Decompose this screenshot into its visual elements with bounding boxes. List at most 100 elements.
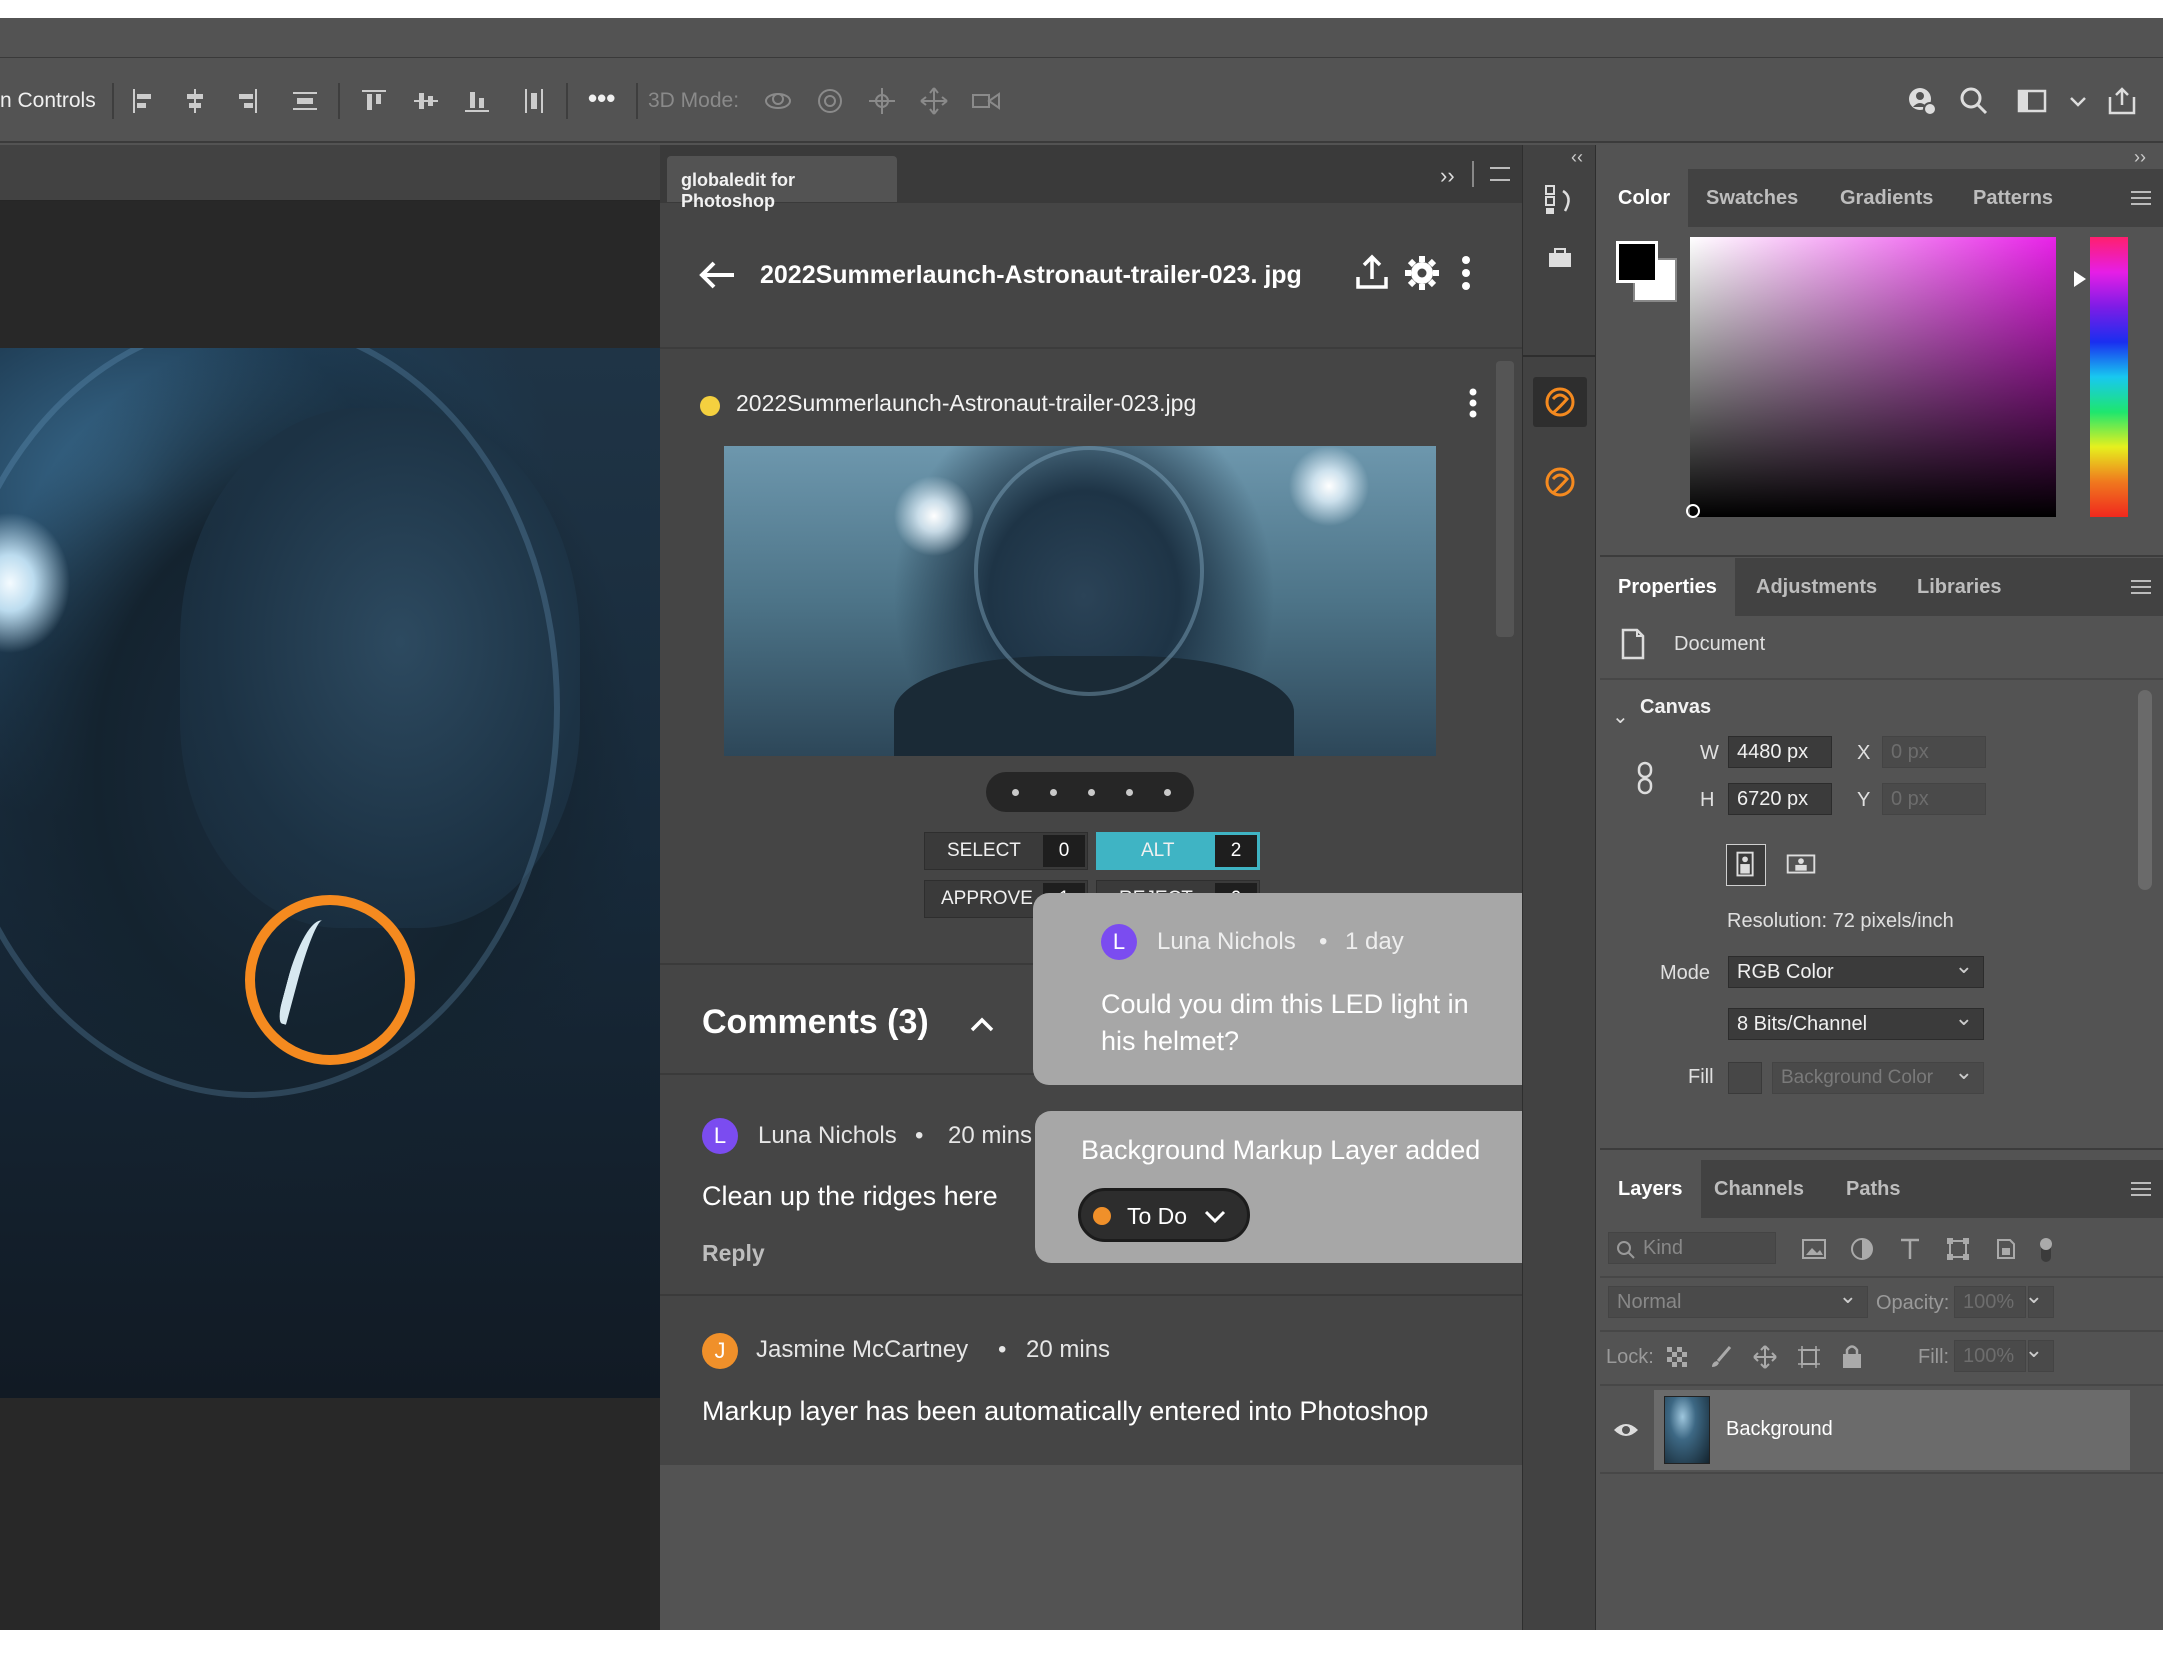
adjustment-filter-icon[interactable] xyxy=(1848,1236,1876,1262)
type-filter-icon[interactable] xyxy=(1896,1236,1924,1262)
smart-object-filter-icon[interactable] xyxy=(1992,1236,2020,1262)
roll-3d-icon[interactable] xyxy=(814,85,846,117)
panel-menu-icon[interactable] xyxy=(2131,580,2151,594)
reply-link[interactable]: Reply xyxy=(702,1240,765,1267)
carousel-dot[interactable] xyxy=(1050,789,1057,796)
help-user-icon[interactable] xyxy=(1906,85,1938,117)
carousel-dot[interactable] xyxy=(1088,789,1095,796)
alt-tag-button[interactable]: ALT 2 xyxy=(1096,832,1260,870)
align-top-icon[interactable] xyxy=(358,85,390,117)
transform-controls-label[interactable]: n Controls xyxy=(0,89,96,113)
file-more-icon[interactable] xyxy=(1466,388,1480,418)
lock-artboard-icon[interactable] xyxy=(1796,1344,1822,1370)
lock-move-icon[interactable] xyxy=(1752,1344,1778,1370)
height-field[interactable]: 6720 px xyxy=(1728,783,1832,815)
carousel-dot[interactable] xyxy=(1164,789,1171,796)
chevron-down-icon[interactable] xyxy=(2062,85,2086,117)
carousel-pagination[interactable] xyxy=(986,772,1194,812)
slide-3d-icon[interactable] xyxy=(918,85,950,117)
collapse-right-icon[interactable]: ›› xyxy=(2134,147,2146,168)
chevron-down-icon[interactable]: ⌄ xyxy=(1612,704,1629,729)
tab-properties[interactable]: Properties xyxy=(1600,558,1735,616)
x-field[interactable]: 0 px xyxy=(1882,736,1986,768)
portrait-orientation-icon[interactable] xyxy=(1726,844,1766,886)
panel-menu-icon[interactable] xyxy=(1490,167,1510,181)
color-picker-cursor[interactable] xyxy=(1686,504,1700,518)
globaledit-panel-button[interactable] xyxy=(1533,377,1587,427)
search-icon[interactable] xyxy=(1958,85,1990,117)
tab-gradients[interactable]: Gradients xyxy=(1822,169,1951,227)
align-right-icon[interactable] xyxy=(230,85,262,117)
file-preview-thumbnail[interactable] xyxy=(724,446,1436,756)
panel-menu-icon[interactable] xyxy=(2131,1182,2151,1196)
color-field-picker[interactable] xyxy=(1690,237,2056,517)
tab-color[interactable]: Color xyxy=(1600,169,1689,227)
more-options-button[interactable]: ••• xyxy=(588,83,615,114)
link-chain-icon[interactable] xyxy=(1635,760,1655,796)
opacity-dropdown[interactable] xyxy=(2025,1281,2054,1318)
width-field[interactable]: 4480 px xyxy=(1728,736,1832,768)
tab-libraries[interactable]: Libraries xyxy=(1899,558,2019,616)
tab-swatches[interactable]: Swatches xyxy=(1688,169,1816,227)
layer-row-background[interactable]: Background xyxy=(1654,1390,2130,1470)
fill-select[interactable]: Background Color xyxy=(1772,1057,1984,1094)
astronaut-document-image[interactable] xyxy=(0,348,660,1398)
foreground-color-swatch[interactable] xyxy=(1616,241,1658,283)
workspace-icon[interactable] xyxy=(2016,85,2048,117)
opacity-field[interactable]: 100% xyxy=(1954,1286,2026,1318)
markup-annotation-circle[interactable] xyxy=(245,895,415,1065)
image-layer-filter-icon[interactable] xyxy=(1800,1236,1828,1262)
expand-strip-icon[interactable]: ‹‹ xyxy=(1571,147,1583,168)
select-tag-button[interactable]: SELECT 0 xyxy=(924,832,1088,870)
upload-icon[interactable] xyxy=(1352,253,1392,293)
color-mode-select[interactable]: RGB Color xyxy=(1728,951,1984,988)
lock-all-icon[interactable] xyxy=(1840,1342,1864,1370)
bit-depth-select[interactable]: 8 Bits/Channel xyxy=(1728,1003,1984,1040)
visibility-eye-icon[interactable] xyxy=(1612,1418,1640,1442)
distribute-vertical-icon[interactable] xyxy=(518,85,550,117)
layer-name[interactable]: Background xyxy=(1726,1418,1833,1441)
align-middle-icon[interactable] xyxy=(410,85,442,117)
lock-paint-brush-icon[interactable] xyxy=(1708,1344,1734,1370)
history-icon[interactable] xyxy=(1543,183,1577,217)
scale-3d-camera-icon[interactable] xyxy=(970,85,1002,117)
y-field[interactable]: 0 px xyxy=(1882,783,1986,815)
align-bottom-icon[interactable] xyxy=(461,85,493,117)
orbit-3d-icon[interactable] xyxy=(762,85,794,117)
tab-patterns[interactable]: Patterns xyxy=(1955,169,2071,227)
collapse-panels-icon[interactable]: ›› xyxy=(1440,163,1455,189)
share-icon[interactable] xyxy=(2106,85,2138,117)
back-arrow-icon[interactable] xyxy=(698,257,738,293)
tab-layers[interactable]: Layers xyxy=(1600,1160,1701,1218)
settings-gear-icon[interactable] xyxy=(1402,253,1442,293)
fill-opacity-field[interactable]: 100% xyxy=(1954,1340,2026,1372)
hue-slider[interactable] xyxy=(2090,237,2128,517)
fill-opacity-dropdown[interactable] xyxy=(2025,1335,2054,1372)
shape-filter-icon[interactable] xyxy=(1944,1236,1972,1262)
carousel-dot[interactable] xyxy=(1012,789,1019,796)
tab-paths[interactable]: Paths xyxy=(1828,1160,1918,1218)
plugin-scrollbar[interactable] xyxy=(1496,361,1514,637)
chevron-up-icon[interactable] xyxy=(968,1014,996,1034)
status-dropdown[interactable]: To Do xyxy=(1078,1188,1250,1242)
blend-mode-select[interactable]: Normal xyxy=(1608,1281,1868,1318)
more-vertical-icon[interactable] xyxy=(1458,253,1474,293)
fill-color-swatch[interactable] xyxy=(1728,1062,1762,1094)
properties-scrollbar[interactable] xyxy=(2138,690,2152,890)
align-center-icon[interactable] xyxy=(179,85,211,117)
align-left-icon[interactable] xyxy=(128,85,160,117)
panel-menu-icon[interactable] xyxy=(2131,191,2151,205)
carousel-dot[interactable] xyxy=(1126,789,1133,796)
hue-slider-handle[interactable] xyxy=(2074,271,2086,287)
tab-globaledit[interactable]: globaledit for Photoshop xyxy=(667,156,897,211)
landscape-orientation-icon[interactable] xyxy=(1782,844,1822,886)
pan-3d-icon[interactable] xyxy=(866,85,898,117)
tab-channels[interactable]: Channels xyxy=(1696,1160,1822,1218)
briefcase-icon[interactable] xyxy=(1545,247,1575,271)
filter-toggle-switch[interactable] xyxy=(2038,1234,2054,1264)
lock-transparency-icon[interactable] xyxy=(1664,1344,1690,1370)
plugin-header: 2022Summerlaunch-Astronaut-trailer-023. … xyxy=(660,203,1522,349)
distribute-icon[interactable] xyxy=(289,85,321,117)
tab-adjustments[interactable]: Adjustments xyxy=(1738,558,1895,616)
globaledit-secondary-icon[interactable] xyxy=(1533,457,1587,507)
